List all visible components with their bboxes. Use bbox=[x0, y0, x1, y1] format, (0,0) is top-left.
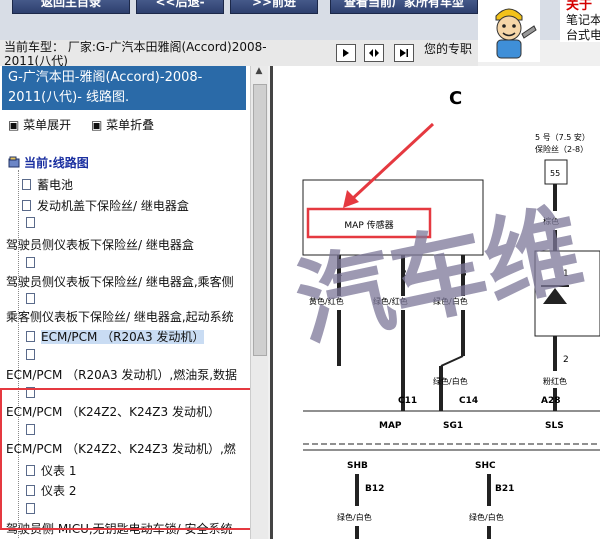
tree-item-label: 乘客侧仪表板下保险丝/ 继电器盒,起动系统 bbox=[6, 310, 234, 324]
tree-item-label: 发动机盖下保险丝/ 继电器盒 bbox=[37, 199, 189, 213]
connector-c14: C14 bbox=[459, 396, 478, 406]
signal-sls: SLS bbox=[545, 421, 564, 431]
tree-item-label: 仪表 2 bbox=[41, 484, 77, 498]
wire-label-shb: 绿色/白色 bbox=[337, 512, 372, 522]
tree-item-label: ECM/PCM （R20A3 发动机） bbox=[41, 330, 205, 344]
promo-line-desktop: 台式电 bbox=[566, 28, 600, 42]
tree-item-driver-dash-fuse-box-passenger[interactable]: 驾驶员侧仪表板下保险丝/ 继电器盒,乘客侧 bbox=[6, 273, 234, 290]
tree-item-ecm-k24z[interactable]: ECM/PCM （K24Z2、K24Z3 发动机） bbox=[6, 403, 220, 420]
tree-item-driver-dash-fuse-box[interactable]: 驾驶员侧仪表板下保险丝/ 继电器盒 bbox=[6, 236, 194, 253]
tree-item-driver-micu[interactable]: 驾驶员侧 MICU,无钥匙电动车锁/ 安全系统 bbox=[6, 520, 233, 537]
current-model-label: 当前车型： 厂家:G-广汽本田雅阁(Accord)2008- 2011(八代) bbox=[4, 40, 304, 66]
fuse-box-label: 保险丝（2-8） bbox=[535, 144, 588, 154]
tree-item-label: 驾驶员侧仪表板下保险丝/ 继电器盒,乘客侧 bbox=[6, 275, 234, 289]
document-icon bbox=[26, 485, 35, 496]
tree-item-label: 仪表 1 bbox=[41, 464, 77, 478]
signal-shb: SHB bbox=[347, 461, 368, 471]
current-model-line1: 当前车型： 厂家:G-广汽本田雅阁(Accord)2008- bbox=[4, 40, 267, 54]
document-icon bbox=[26, 257, 35, 268]
wire-label-6: 绿色/白色 bbox=[433, 376, 468, 386]
tree-item-passenger-dash-fuse-box[interactable]: 乘客侧仪表板下保险丝/ 继电器盒,起动系统 bbox=[6, 308, 234, 325]
root-icon bbox=[8, 156, 20, 168]
diagram-title: C bbox=[449, 88, 462, 109]
fit-width-icon bbox=[369, 49, 379, 57]
promo-panel[interactable]: 关于 笔记本 台式电 bbox=[560, 0, 600, 42]
current-model-bar: 当前车型： 厂家:G-广汽本田雅阁(Accord)2008- 2011(八代) … bbox=[0, 40, 478, 66]
tree-item-ecm-r20a3[interactable]: ECM/PCM （R20A3 发动机） bbox=[26, 328, 205, 345]
fuse-label: 5 号（7.5 安） bbox=[535, 132, 590, 142]
panel-title: G-广汽本田-雅阁(Accord)-2008-2011(八代)- 线路图. bbox=[2, 66, 246, 110]
signal-map: MAP bbox=[379, 421, 402, 431]
connector-b21: B21 bbox=[495, 484, 514, 494]
tree-item-label: ECM/PCM （K24Z2、K24Z3 发动机）,燃 bbox=[6, 442, 236, 456]
mascot-logo bbox=[478, 0, 540, 62]
document-icon bbox=[26, 387, 35, 398]
tree-item-spacer-icon bbox=[26, 348, 41, 362]
tree-root[interactable]: 当前:线路图 bbox=[8, 154, 89, 171]
current-model-line2: 2011(八代) bbox=[4, 54, 68, 66]
document-icon bbox=[26, 503, 35, 514]
collapse-menu-label: 菜单折叠 bbox=[106, 118, 155, 132]
fit-width-button[interactable] bbox=[364, 44, 384, 62]
tree-item-spacer-icon bbox=[26, 502, 41, 516]
document-icon bbox=[22, 200, 31, 211]
collapse-menu[interactable]: ▣ 菜单折叠 bbox=[91, 118, 162, 132]
tree-item-spacer-icon bbox=[26, 386, 41, 400]
tree-root-label: 当前:线路图 bbox=[24, 156, 89, 170]
signal-sg1: SG1 bbox=[443, 421, 463, 431]
play-icon bbox=[343, 49, 349, 57]
tree-item-underhood-fuse-box[interactable]: 发动机盖下保险丝/ 继电器盒 bbox=[22, 197, 189, 214]
tree-item-label: ECM/PCM （K24Z2、K24Z3 发动机） bbox=[6, 405, 220, 419]
tree-item-spacer-icon bbox=[26, 256, 41, 270]
tree-item-label: 驾驶员侧 MICU,无钥匙电动车锁/ 安全系统 bbox=[6, 522, 233, 536]
all-models-button[interactable]: 查看当前厂家所有车型 bbox=[330, 0, 478, 14]
document-icon bbox=[26, 465, 35, 476]
scroll-thumb[interactable] bbox=[253, 84, 267, 356]
vertical-scrollbar[interactable]: ▲ bbox=[250, 66, 268, 539]
tree-item-gauge-2[interactable]: 仪表 2 bbox=[26, 482, 76, 499]
tree-item-spacer-icon bbox=[26, 216, 41, 230]
my-exclusive-label: 您的专职 bbox=[424, 42, 473, 56]
forward-button[interactable]: >>前进 bbox=[230, 0, 318, 14]
relay-pin-2: 2 bbox=[563, 355, 569, 365]
document-icon bbox=[26, 424, 35, 435]
expand-menu-label: 菜单展开 bbox=[23, 118, 72, 132]
tree-connector-line bbox=[18, 170, 19, 539]
document-icon bbox=[26, 217, 35, 228]
menu-operations: ▣ 菜单展开 ▣ 菜单折叠 bbox=[8, 116, 170, 133]
document-icon bbox=[26, 293, 35, 304]
home-button[interactable]: 返回主目录 bbox=[12, 0, 130, 14]
connector-c11: C11 bbox=[398, 396, 417, 406]
play-next-button[interactable] bbox=[336, 44, 356, 62]
tree-item-label: 驾驶员侧仪表板下保险丝/ 继电器盒 bbox=[6, 238, 194, 252]
document-icon bbox=[22, 179, 31, 190]
navigation-panel: G-广汽本田-雅阁(Accord)-2008-2011(八代)- 线路图. ▣ … bbox=[0, 66, 250, 539]
connector-a28: A28 bbox=[541, 396, 561, 406]
back-button[interactable]: <<后退- bbox=[136, 0, 224, 14]
document-icon bbox=[26, 331, 35, 342]
tree-item-gauge-1[interactable]: 仪表 1 bbox=[26, 462, 76, 479]
tree-item-ecm-k24z-fuel[interactable]: ECM/PCM （K24Z2、K24Z3 发动机）,燃 bbox=[6, 440, 236, 457]
tree-item-spacer-icon bbox=[26, 423, 41, 437]
expand-menu[interactable]: ▣ 菜单展开 bbox=[8, 118, 79, 132]
tree-item-spacer-icon bbox=[26, 292, 41, 306]
tree-item-label: ECM/PCM （R20A3 发动机）,燃油泵,数据 bbox=[6, 368, 238, 382]
connector-b12: B12 bbox=[365, 484, 384, 494]
tree-item-ecm-r20a3-fuel-pump[interactable]: ECM/PCM （R20A3 发动机）,燃油泵,数据 bbox=[6, 366, 237, 383]
next-page-button[interactable] bbox=[394, 44, 414, 62]
next-icon bbox=[400, 49, 408, 57]
wire-label-pink: 粉红色 bbox=[543, 376, 567, 386]
tree-item-label: 蓄电池 bbox=[37, 178, 74, 192]
wire-label-shc: 绿色/白色 bbox=[469, 512, 504, 522]
tree-item-battery[interactable]: 蓄电池 bbox=[22, 176, 73, 193]
scroll-up-arrow-icon[interactable]: ▲ bbox=[251, 66, 267, 82]
signal-shc: SHC bbox=[475, 461, 496, 471]
document-icon bbox=[26, 349, 35, 360]
